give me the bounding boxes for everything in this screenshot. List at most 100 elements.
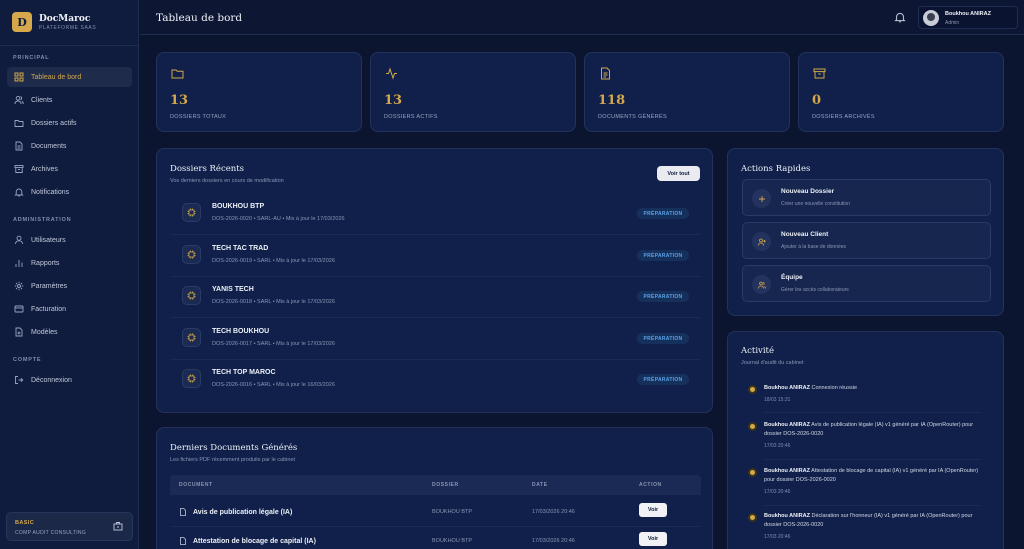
sidebar-item-rapports[interactable]: Rapports: [7, 253, 132, 273]
sidebar-item-label: Utilisateurs: [31, 236, 66, 244]
sidebar-item-label: Modèles: [31, 328, 58, 336]
document-date: 17/03/2026 20:46: [532, 509, 575, 515]
table-header: DOCUMENT DOSSIER DATE ACTION: [170, 475, 701, 495]
activity-user: Boukhou ANIRAZ: [764, 422, 810, 428]
team-action[interactable]: Équipe Gérer les accès collaborateurs: [742, 265, 991, 302]
plan-name: BASIC: [15, 520, 35, 526]
user-menu[interactable]: Boukhou ANIRAZ Admin: [918, 6, 1018, 29]
activity-time: 17/03 20:46: [764, 443, 791, 449]
activity-item: Boukhou ANIRAZ Connexion réussie 18/03 1…: [742, 384, 981, 414]
stat-card-dossiers-actifs: 13 DOSSIERS ACTIFS: [370, 52, 576, 132]
dossier-meta: DOS-2026-0020 • SARL-AU • Mis à jour le …: [212, 216, 345, 222]
folder-icon: [171, 69, 184, 79]
file-icon: [180, 508, 186, 516]
sidebar-item-dossiers-actifs[interactable]: Dossiers actifs: [7, 113, 132, 133]
activity-user: Boukhou ANIRAZ: [764, 385, 810, 391]
dossier-name: TECH TAC TRAD: [212, 245, 269, 252]
table-row[interactable]: TECH TAC TRAD DOS-2026-0019 • SARL • Mis…: [170, 236, 701, 277]
sidebar-item-label: Rapports: [31, 259, 60, 267]
document-date: 17/03/2026 20:46: [532, 538, 575, 544]
building-icon: [113, 522, 123, 531]
users-icon: [14, 95, 24, 105]
file-text-icon: [601, 67, 610, 80]
sidebar-item-label: Paramètres: [31, 282, 68, 290]
credit-card-icon: [14, 305, 24, 313]
sidebar: D DocMaroc PLATEFORME SAAS PRINCIPAL Tab…: [0, 0, 139, 549]
dossier-meta: DOS-2026-0016 • SARL • Mis à jour le 16/…: [212, 382, 335, 388]
chip-icon: [182, 286, 201, 305]
table-row[interactable]: BOUKHOU BTP DOS-2026-0020 • SARL-AU • Mi…: [170, 194, 701, 235]
brand[interactable]: D DocMaroc PLATEFORME SAAS: [12, 12, 96, 32]
sidebar-item-label: Notifications: [31, 188, 70, 196]
sidebar-item-parametres[interactable]: Paramètres: [7, 276, 132, 296]
file-icon: [15, 141, 23, 151]
column-header: DOSSIER: [432, 482, 459, 488]
sidebar-item-archives[interactable]: Archives: [7, 159, 132, 179]
column-header: DATE: [532, 482, 548, 488]
table-row[interactable]: TECH BOUKHOU DOS-2026-0017 • SARL • Mis …: [170, 319, 701, 360]
new-client-action[interactable]: Nouveau Client Ajouter à la base de donn…: [742, 222, 991, 259]
folder-icon: [14, 120, 24, 127]
new-dossier-action[interactable]: Nouveau Dossier Créer une nouvelle const…: [742, 179, 991, 216]
stat-card-dossiers-archives: 0 DOSSIERS ARCHIVÉS: [798, 52, 1004, 132]
archive-icon: [14, 165, 24, 173]
stat-label: DOSSIERS TOTAUX: [170, 114, 227, 120]
sidebar-item-modeles[interactable]: Modèles: [7, 322, 132, 342]
sidebar-item-facturation[interactable]: Facturation: [7, 299, 132, 319]
activity-user: Boukhou ANIRAZ: [764, 468, 810, 474]
action-title: Nouveau Dossier: [781, 188, 835, 195]
plus-icon: [752, 189, 771, 208]
grid-icon: [14, 72, 24, 82]
user-icon: [15, 235, 23, 245]
quick-actions-title: Actions Rapides: [741, 164, 811, 174]
status-badge: PRÉPARATION: [637, 374, 689, 385]
status-badge: PRÉPARATION: [637, 250, 689, 261]
activity-item: Boukhou ANIRAZ Déclaration sur l'honneur…: [742, 512, 981, 542]
chip-icon: [182, 369, 201, 388]
action-title: Nouveau Client: [781, 231, 829, 238]
sidebar-item-utilisateurs[interactable]: Utilisateurs: [7, 230, 132, 250]
activity-icon: [386, 67, 397, 80]
sidebar-item-clients[interactable]: Clients: [7, 90, 132, 110]
action-desc: Gérer les accès collaborateurs: [781, 287, 849, 293]
action-desc: Ajouter à la base de données: [781, 244, 847, 250]
page-title: Tableau de bord: [156, 12, 243, 24]
gear-icon: [14, 281, 24, 291]
dossier-meta: DOS-2026-0019 • SARL • Mis à jour le 17/…: [212, 258, 335, 264]
status-badge: PRÉPARATION: [637, 208, 689, 219]
stat-value: 13: [384, 93, 403, 108]
recent-dossiers-subtitle: Vos derniers dossiers en cours de modifi…: [170, 178, 284, 184]
activity-divider: [764, 505, 981, 506]
user-name: Boukhou ANIRAZ: [945, 11, 991, 17]
notification-bell-icon[interactable]: [894, 11, 906, 23]
document-dossier: BOUKHOU BTP: [432, 538, 473, 544]
sidebar-item-tableau-de-bord[interactable]: Tableau de bord: [7, 67, 132, 87]
dossier-name: YANIS TECH: [212, 286, 254, 293]
action-desc: Créer une nouvelle constitution: [781, 201, 850, 207]
sidebar-item-deconnexion[interactable]: Déconnexion: [7, 370, 132, 390]
document-name: Attestation de blocage de capital (IA): [193, 537, 316, 545]
plan-box[interactable]: BASIC COMP AUDIT CONSULTING: [6, 512, 133, 541]
table-row[interactable]: TECH TOP MAROC DOS-2026-0016 • SARL • Mi…: [170, 360, 701, 401]
sidebar-item-label: Tableau de bord: [31, 73, 82, 81]
status-badge: PRÉPARATION: [637, 291, 689, 302]
view-document-button[interactable]: Voir: [639, 532, 667, 546]
view-document-button[interactable]: Voir: [639, 503, 667, 517]
sidebar-divider: [0, 45, 139, 46]
status-badge: PRÉPARATION: [637, 333, 689, 344]
sidebar-item-documents[interactable]: Documents: [7, 136, 132, 156]
chip-icon: [182, 245, 201, 264]
table-row[interactable]: YANIS TECH DOS-2026-0018 • SARL • Mis à …: [170, 277, 701, 318]
sidebar-item-label: Dossiers actifs: [31, 119, 77, 127]
sidebar-item-notifications[interactable]: Notifications: [7, 182, 132, 202]
section-label-principal: PRINCIPAL: [13, 55, 50, 61]
activity-subtitle: Journal d'audit du cabinet: [741, 360, 804, 366]
recent-dossiers-title: Dossiers Récents: [170, 164, 245, 174]
brand-name: DocMaroc: [39, 13, 91, 24]
template-icon: [15, 327, 23, 337]
activity-dot: [750, 515, 755, 520]
sidebar-item-label: Facturation: [31, 305, 67, 313]
view-all-button[interactable]: Voir tout: [657, 166, 700, 181]
archive-icon: [813, 68, 826, 79]
chip-icon: [182, 328, 201, 347]
